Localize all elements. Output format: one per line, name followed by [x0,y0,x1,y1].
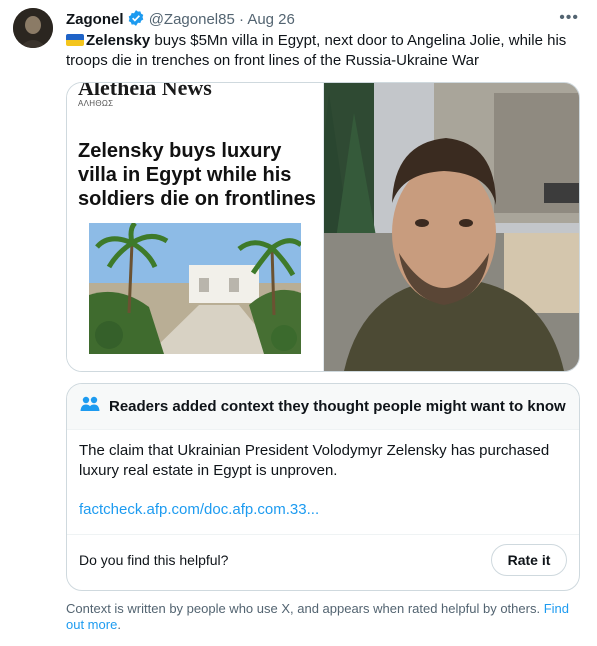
community-note-footer: Context is written by people who use X, … [66,601,586,633]
selfie-photo [323,83,579,371]
author-name[interactable]: Zagonel [66,11,124,28]
villa-photo [89,223,301,354]
community-note-title: Readers added context they thought peopl… [109,398,566,415]
community-note-source-link[interactable]: factcheck.afp.com/doc.afp.com.33... [79,501,319,518]
community-note: Readers added context they thought peopl… [66,383,580,591]
divider [67,534,579,535]
avatar-image [13,8,53,48]
verified-badge-icon [127,9,145,33]
article-headline: Zelensky buys luxury villa in Egypt whil… [78,140,316,210]
ukraine-flag-icon [66,34,84,46]
media-image-article[interactable]: Aletheia News ΑΛΗΘΩΣ Zelensky buys luxur… [67,83,324,371]
tweet-header: Zagonel @Zagonel85 · Aug 26 [66,9,577,29]
footer-period: . [117,617,121,632]
author-handle[interactable]: @Zagonel85 [149,11,235,28]
more-options-icon[interactable]: ••• [559,9,579,27]
avatar[interactable] [13,8,53,48]
footer-text: Context is written by people who use X, … [66,601,544,616]
media-image-photo[interactable] [323,83,579,371]
rate-it-button[interactable]: Rate it [491,544,567,576]
tweet-text-bold: Zelensky [86,32,151,49]
helpful-question: Do you find this helpful? [79,552,229,568]
tweet-date[interactable]: Aug 26 [247,11,295,28]
community-note-body: The claim that Ukrainian President Volod… [79,442,550,479]
separator-dot: · [238,11,244,28]
tweet-text: Zelensky buys $5Mn villa in Egypt, next … [66,31,586,71]
article-subhead: ΑΛΗΘΩΣ [78,99,114,108]
community-note-header: Readers added context they thought peopl… [67,384,579,430]
people-icon [80,395,100,418]
tweet-media[interactable]: Aletheia News ΑΛΗΘΩΣ Zelensky buys luxur… [66,82,580,372]
